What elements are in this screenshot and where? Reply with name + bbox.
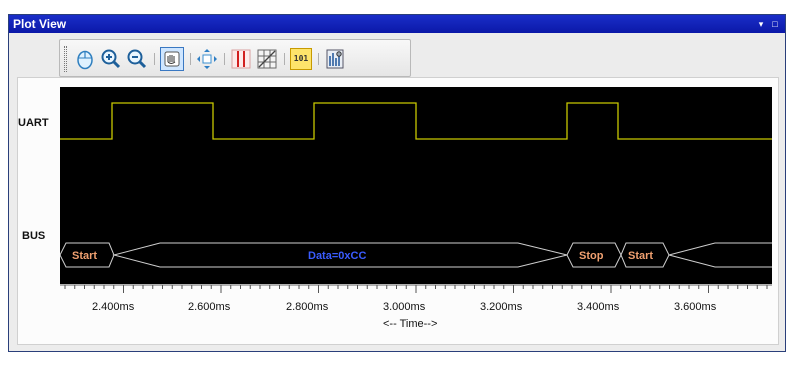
bus-start-label: Start — [72, 250, 97, 262]
bus-start2-label: Start — [628, 250, 653, 262]
zoom-out-icon[interactable] — [126, 48, 148, 70]
fit-view-icon[interactable] — [196, 48, 218, 70]
toolbar-grip[interactable] — [64, 46, 67, 72]
tick-label: 3.200ms — [480, 301, 523, 313]
tick-label: 2.600ms — [188, 301, 231, 313]
cursor-markers-icon[interactable] — [230, 48, 252, 70]
tick-label: 3.600ms — [674, 301, 717, 313]
tick-label: 3.000ms — [383, 301, 426, 313]
title-bar[interactable]: Plot View ▾ □ — [9, 15, 785, 33]
plot-toolbar: 101 — [59, 39, 411, 77]
settings-icon[interactable] — [324, 48, 346, 70]
uart-channel-label: UART — [18, 117, 49, 129]
bus-stop-label: Stop — [579, 250, 604, 262]
bus-next-segment-outline — [668, 242, 772, 268]
window-menu-button[interactable]: ▾ — [755, 18, 767, 30]
toolbar-separator — [190, 53, 191, 65]
tick-label: 2.400ms — [92, 301, 135, 313]
tick-label: 3.400ms — [577, 301, 620, 313]
window-maximize-button[interactable]: □ — [769, 18, 781, 30]
uart-waveform — [60, 102, 772, 140]
time-axis: 2.400ms 2.600ms 2.800ms 3.000ms 3.200ms … — [60, 284, 772, 332]
pan-hand-icon[interactable] — [160, 47, 184, 71]
zoom-in-icon[interactable] — [100, 48, 122, 70]
toolbar-separator — [224, 53, 225, 65]
mouse-select-icon[interactable] — [74, 48, 96, 70]
grid-icon[interactable] — [256, 48, 278, 70]
waveform-plot[interactable]: Start Data=0xCC Stop Start — [60, 87, 772, 284]
bus-data-label: Data=0xCC — [308, 250, 366, 262]
toolbar-separator — [284, 53, 285, 65]
time-axis-title: <-- Time--> — [383, 318, 438, 330]
tick-label: 2.800ms — [286, 301, 329, 313]
bus-channel-label: BUS — [22, 230, 46, 242]
time-axis-ticks — [60, 284, 772, 293]
toolbar-separator — [154, 53, 155, 65]
toolbar-separator — [318, 53, 319, 65]
window-title: Plot View — [13, 17, 67, 31]
binary-display-icon[interactable]: 101 — [290, 48, 312, 70]
